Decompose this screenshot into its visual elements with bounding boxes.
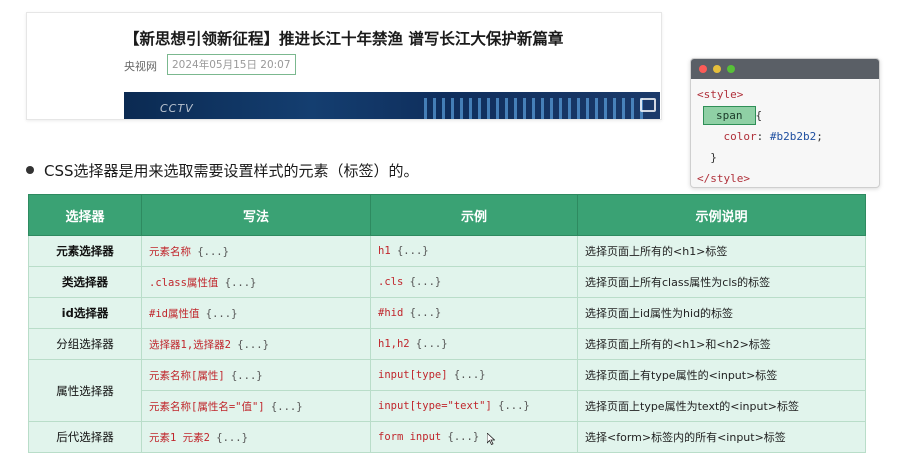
selector-example: input[type="text"] {...}	[370, 390, 578, 422]
syntax-tail: {...}	[230, 338, 269, 351]
table-row: 后代选择器 元素1 元素2 {...} form input {...} 选择<…	[28, 421, 866, 453]
selector-name: id选择器	[28, 297, 142, 329]
intro-text: CSS选择器是用来选取需要设置样式的元素（标签）的。	[44, 162, 419, 180]
syntax-tail: {...}	[191, 245, 229, 258]
example-text: input[type="text"]	[378, 400, 492, 412]
table-row: id选择器 #id属性值 {...} #hid {...} 选择页面上id属性为…	[28, 297, 866, 329]
example-tail: {...}	[491, 400, 530, 412]
syntax-tail: {...}	[264, 400, 303, 413]
selector-example: h1 {...}	[370, 235, 578, 267]
selector-syntax: 元素1 元素2 {...}	[141, 421, 371, 453]
chart-graphic	[424, 98, 644, 119]
example-tail: {...}	[409, 338, 448, 350]
table-row: 元素选择器 元素名称 {...} h1 {...} 选择页面上所有的<h1>标签	[28, 235, 866, 267]
example-tail: {...}	[403, 276, 442, 288]
syntax-text: #id属性值	[149, 307, 200, 320]
example-text: form input	[378, 431, 442, 443]
code-brace-open: {	[755, 109, 763, 122]
selector-table: 选择器 写法 示例 示例说明 元素选择器 元素名称 {...} h1 {...}…	[28, 194, 866, 453]
news-date: 2024年05月15日 20:07	[167, 54, 296, 75]
selector-description: 选择页面上所有class属性为cls的标签	[577, 266, 866, 298]
example-text: h1,h2	[378, 338, 410, 350]
selector-name: 属性选择器	[28, 359, 142, 422]
example-text: #hid	[378, 307, 404, 319]
example-tail: {...}	[403, 307, 442, 319]
news-card[interactable]: 【新思想引领新征程】推进长江十年禁渔 谱写长江大保护新篇章 央视网 2024年0…	[26, 12, 662, 120]
selector-syntax: #id属性值 {...}	[141, 297, 371, 329]
code-selector-highlight: span	[703, 106, 756, 125]
close-dot-icon	[699, 65, 707, 73]
syntax-text: 元素名称[属性]	[149, 369, 225, 382]
selector-syntax: 元素名称[属性] {...}	[141, 359, 371, 391]
header-example: 示例	[370, 194, 578, 236]
selector-syntax: 选择器1,选择器2 {...}	[141, 328, 371, 360]
header-syntax: 写法	[141, 194, 371, 236]
intro-bullet: CSS选择器是用来选取需要设置样式的元素（标签）的。	[26, 160, 419, 181]
selector-example: h1,h2 {...}	[370, 328, 578, 360]
selector-description: 选择页面上type属性为text的<input>标签	[577, 390, 866, 422]
syntax-text: 选择器1,选择器2	[149, 338, 231, 351]
code-titlebar	[691, 59, 879, 79]
code-semicolon: ;	[816, 130, 823, 143]
selector-name: 类选择器	[28, 266, 142, 298]
selector-example: input[type] {...}	[370, 359, 578, 391]
code-window: <style> span{ color: #b2b2b2; } </style>	[690, 58, 880, 188]
selector-description: 选择页面上id属性为hid的标签	[577, 297, 866, 329]
table-header-row: 选择器 写法 示例 示例说明	[28, 194, 866, 236]
fullscreen-icon[interactable]	[640, 98, 656, 112]
code-body: <style> span{ color: #b2b2b2; } </style>	[691, 79, 879, 187]
syntax-text: 元素1 元素2	[149, 431, 210, 444]
selector-name: 后代选择器	[28, 421, 142, 453]
selector-description: 选择页面上所有的<h1>和<h2>标签	[577, 328, 866, 360]
minimize-dot-icon	[713, 65, 721, 73]
selector-example: .cls {...}	[370, 266, 578, 298]
syntax-tail: {...}	[209, 431, 248, 444]
example-text: .cls	[378, 276, 404, 288]
news-source: 央视网	[124, 60, 157, 73]
selector-example: form input {...}	[370, 421, 578, 453]
table-row: 分组选择器 选择器1,选择器2 {...} h1,h2 {...} 选择页面上所…	[28, 328, 866, 360]
example-text: input[type]	[378, 369, 448, 381]
selector-description: 选择页面上有type属性的<input>标签	[577, 359, 866, 391]
selector-syntax: 元素名称 {...}	[141, 235, 371, 267]
example-tail: {...}	[447, 369, 486, 381]
selector-description: 选择页面上所有的<h1>标签	[577, 235, 866, 267]
selector-name: 元素选择器	[28, 235, 142, 267]
table-row: 元素名称[属性名="值"] {...} input[type="text"] {…	[29, 390, 866, 422]
syntax-tail: {...}	[199, 307, 238, 320]
syntax-text: 元素名称[属性名="值"]	[149, 400, 265, 413]
code-brace-close: }	[710, 151, 717, 164]
code-style-open: <style>	[697, 88, 744, 101]
news-title[interactable]: 【新思想引领新征程】推进长江十年禁渔 谱写长江大保护新篇章	[124, 27, 563, 49]
syntax-tail: {...}	[224, 369, 263, 382]
code-style-close: </style>	[697, 172, 750, 185]
header-selector: 选择器	[28, 194, 142, 236]
mouse-cursor-icon	[487, 433, 495, 445]
code-value: #b2b2b2	[769, 130, 817, 143]
code-property: color	[723, 130, 757, 143]
selector-syntax: .class属性值 {...}	[141, 266, 371, 298]
header-description: 示例说明	[577, 194, 866, 236]
selector-syntax: 元素名称[属性名="值"] {...}	[141, 390, 371, 422]
selector-description: 选择<form>标签内的所有<input>标签	[577, 421, 866, 453]
selector-example: #hid {...}	[370, 297, 578, 329]
broadcaster-logo: CCTV	[160, 102, 194, 115]
example-tail: {...}	[390, 245, 429, 257]
selector-name: 分组选择器	[28, 328, 142, 360]
bullet-dot-icon	[26, 166, 34, 174]
syntax-tail: {...}	[218, 276, 257, 289]
example-text: h1	[378, 245, 391, 257]
news-image[interactable]: CCTV	[124, 92, 660, 119]
table-row: 属性选择器 元素名称[属性] {...} input[type] {...} 选…	[28, 359, 866, 422]
table-row: 类选择器 .class属性值 {...} .cls {...} 选择页面上所有c…	[28, 266, 866, 298]
maximize-dot-icon	[727, 65, 735, 73]
example-tail: {...}	[441, 431, 480, 443]
syntax-text: 元素名称	[149, 245, 191, 258]
code-colon: :	[756, 130, 770, 143]
syntax-text: .class属性值	[149, 276, 219, 289]
